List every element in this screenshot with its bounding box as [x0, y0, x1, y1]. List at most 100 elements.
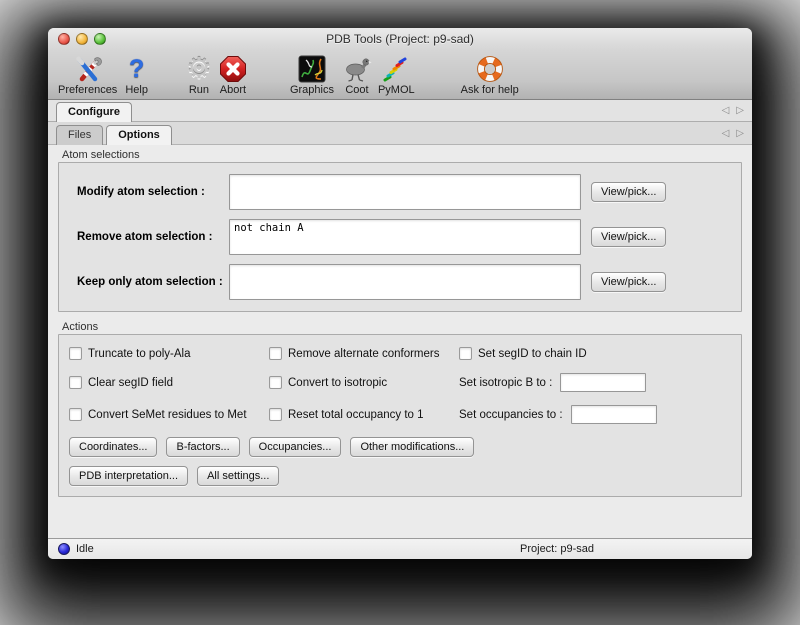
toolbar-label: PyMOL — [378, 84, 415, 96]
coordinates-button[interactable]: Coordinates... — [69, 437, 157, 457]
actions-checkbox-grid: Truncate to poly-Ala Remove alternate co… — [69, 347, 733, 424]
group-label: Atom selections — [62, 149, 742, 161]
checkbox-label: Set segID to chain ID — [478, 348, 587, 360]
set-occupancies-input[interactable] — [571, 405, 657, 424]
toolbar-label: Run — [189, 84, 209, 96]
modify-atom-selection-row: Modify atom selection : View/pick... — [77, 174, 733, 210]
toolbar-help-button[interactable]: ? Help — [125, 54, 148, 96]
window-title: PDB Tools (Project: p9-sad) — [326, 32, 474, 46]
tab-options[interactable]: Options — [106, 125, 172, 145]
b-factors-button[interactable]: B-factors... — [166, 437, 239, 457]
toolbar-label: Coot — [345, 84, 368, 96]
status-indicator-icon — [58, 543, 70, 555]
graphics-icon — [297, 54, 327, 84]
toolbar: Preferences ? Help ⚙ Run — [48, 50, 752, 99]
checkbox-box — [69, 408, 82, 421]
window-controls — [58, 33, 106, 45]
remove-atom-selection-input[interactable]: not chain A — [229, 219, 581, 255]
abort-icon — [218, 54, 248, 84]
window-chrome: PDB Tools (Project: p9-sad) Preferences — [48, 28, 752, 100]
view-pick-button[interactable]: View/pick... — [591, 182, 666, 202]
help-icon: ? — [129, 54, 144, 84]
all-settings-button[interactable]: All settings... — [197, 466, 279, 486]
tab-bar-files-options: Files Options ◁ ▷ — [48, 122, 752, 145]
toolbar-label: Help — [125, 84, 148, 96]
zoom-button[interactable] — [94, 33, 106, 45]
checkbox-label: Clear segID field — [88, 377, 173, 389]
set-isotropic-b-input[interactable] — [560, 373, 646, 392]
tab-scroll-arrows: ◁ ▷ — [722, 122, 744, 144]
checkbox-remove-alternate-conformers[interactable]: Remove alternate conformers — [269, 347, 459, 360]
checkbox-convert-semet-to-met[interactable]: Convert SeMet residues to Met — [69, 405, 269, 424]
toolbar-pymol-button[interactable]: PyMOL — [378, 54, 415, 96]
status-text: Idle — [76, 543, 94, 555]
tab-files[interactable]: Files — [56, 125, 103, 145]
tab-scroll-right-icon[interactable]: ▷ — [736, 105, 744, 116]
field-label: Remove atom selection : — [77, 231, 229, 243]
set-isotropic-b-row: Set isotropic B to : — [459, 373, 733, 392]
minimize-button[interactable] — [76, 33, 88, 45]
coot-bird-icon — [342, 54, 372, 84]
pymol-icon — [381, 54, 411, 84]
atom-selections-group: Atom selections Modify atom selection : … — [58, 149, 742, 312]
close-button[interactable] — [58, 33, 70, 45]
pdb-interpretation-button[interactable]: PDB interpretation... — [69, 466, 188, 486]
group-label: Actions — [62, 321, 742, 333]
project-label: Project: p9-sad — [520, 543, 594, 555]
toolbar-label: Graphics — [290, 84, 334, 96]
set-occupancies-row: Set occupancies to : — [459, 405, 733, 424]
toolbar-run-button[interactable]: ⚙ Run — [186, 54, 212, 96]
run-gear-icon: ⚙ — [186, 54, 212, 84]
checkbox-box — [69, 376, 82, 389]
tab-scroll-arrows: ◁ ▷ — [722, 100, 744, 121]
checkbox-reset-total-occupancy[interactable]: Reset total occupancy to 1 — [269, 405, 459, 424]
remove-atom-selection-row: Remove atom selection : not chain A View… — [77, 219, 733, 255]
checkbox-convert-to-isotropic[interactable]: Convert to isotropic — [269, 373, 459, 392]
checkbox-box — [269, 408, 282, 421]
view-pick-button[interactable]: View/pick... — [591, 227, 666, 247]
toolbar-label: Abort — [220, 84, 246, 96]
checkbox-label: Truncate to poly-Ala — [88, 348, 190, 360]
tab-bar-configure: Configure ◁ ▷ — [48, 100, 752, 122]
field-label: Keep only atom selection : — [77, 276, 229, 288]
toolbar-preferences-button[interactable]: Preferences — [58, 54, 117, 96]
status-bar: Idle Project: p9-sad — [48, 538, 752, 559]
other-modifications-button[interactable]: Other modifications... — [350, 437, 474, 457]
view-pick-button[interactable]: View/pick... — [591, 272, 666, 292]
checkbox-truncate-poly-ala[interactable]: Truncate to poly-Ala — [69, 347, 269, 360]
checkbox-box — [69, 347, 82, 360]
keep-only-atom-selection-input[interactable] — [229, 264, 581, 300]
toolbar-ask-for-help-button[interactable]: Ask for help — [461, 54, 519, 96]
toolbar-coot-button[interactable]: Coot — [342, 54, 372, 96]
modify-atom-selection-input[interactable] — [229, 174, 581, 210]
checkbox-label: Reset total occupancy to 1 — [288, 409, 424, 421]
field-label: Set occupancies to : — [459, 409, 563, 421]
field-label: Modify atom selection : — [77, 186, 229, 198]
field-label: Set isotropic B to : — [459, 377, 552, 389]
checkbox-box — [269, 347, 282, 360]
title-bar[interactable]: PDB Tools (Project: p9-sad) — [48, 28, 752, 50]
checkbox-label: Remove alternate conformers — [288, 348, 439, 360]
checkbox-clear-segid-field[interactable]: Clear segID field — [69, 373, 269, 392]
tab-scroll-right-icon[interactable]: ▷ — [736, 128, 744, 139]
toolbar-label: Preferences — [58, 84, 117, 96]
tab-scroll-left-icon[interactable]: ◁ — [722, 105, 730, 116]
keep-only-atom-selection-row: Keep only atom selection : View/pick... — [77, 264, 733, 300]
toolbar-abort-button[interactable]: Abort — [218, 54, 248, 96]
checkbox-box — [459, 347, 472, 360]
toolbar-label: Ask for help — [461, 84, 519, 96]
tab-scroll-left-icon[interactable]: ◁ — [722, 128, 730, 139]
checkbox-label: Convert SeMet residues to Met — [88, 409, 247, 421]
checkbox-box — [269, 376, 282, 389]
actions-button-row-1: Coordinates... B-factors... Occupancies.… — [69, 437, 733, 457]
toolbar-graphics-button[interactable]: Graphics — [290, 54, 334, 96]
actions-button-row-2: PDB interpretation... All settings... — [69, 466, 733, 486]
options-panel: Atom selections Modify atom selection : … — [48, 145, 752, 538]
pdb-tools-window: PDB Tools (Project: p9-sad) Preferences — [48, 28, 752, 559]
lifebuoy-icon — [475, 54, 505, 84]
preferences-icon — [73, 54, 103, 84]
tab-configure[interactable]: Configure — [56, 102, 132, 122]
checkbox-label: Convert to isotropic — [288, 377, 387, 389]
checkbox-set-segid-to-chain-id[interactable]: Set segID to chain ID — [459, 347, 733, 360]
occupancies-button[interactable]: Occupancies... — [249, 437, 342, 457]
